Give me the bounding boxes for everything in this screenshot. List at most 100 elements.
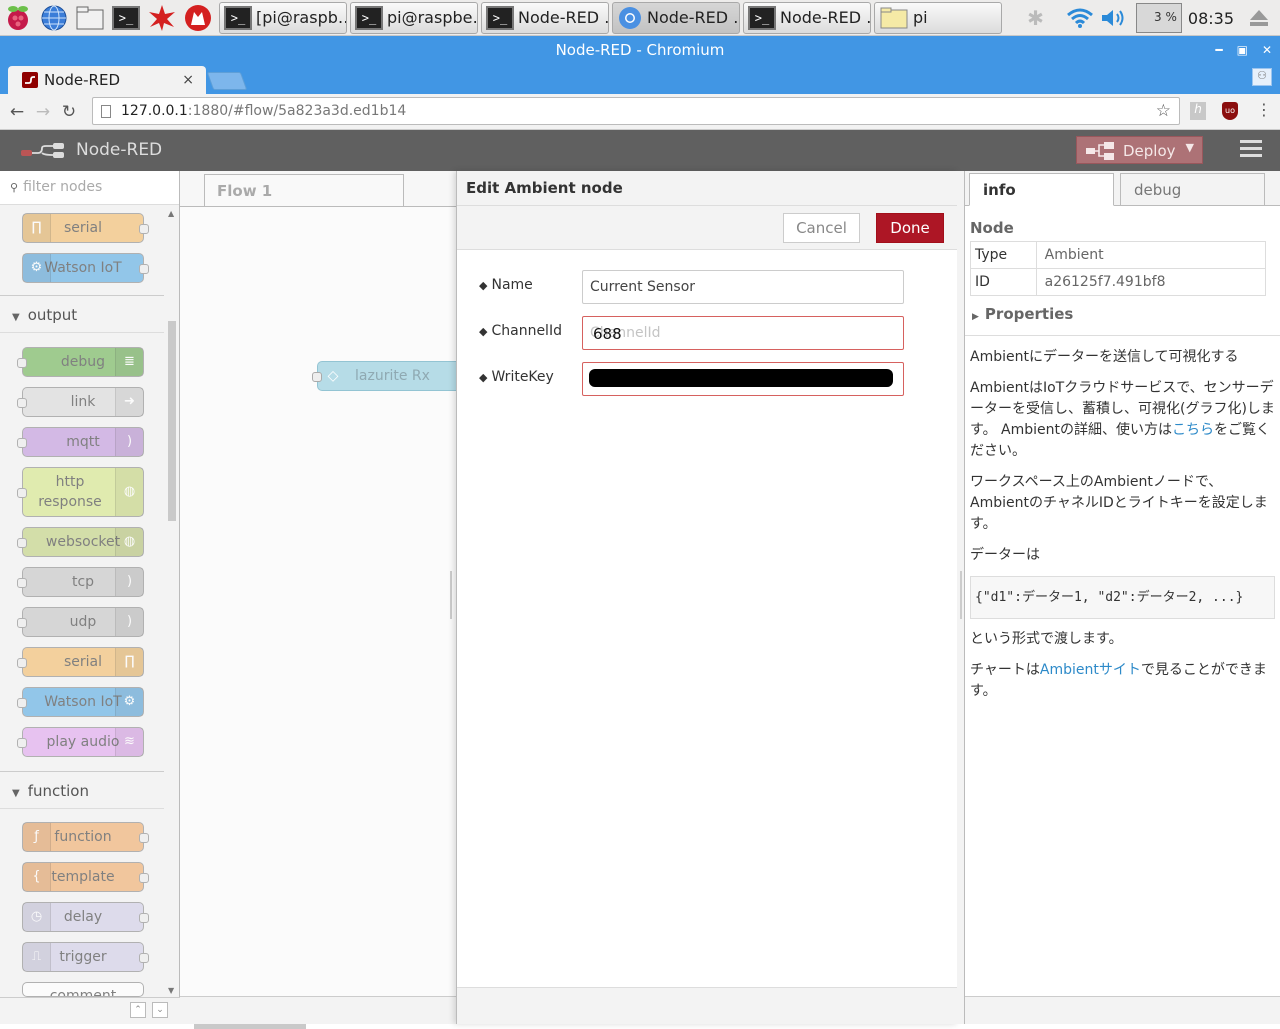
- resize-grip[interactable]: [450, 571, 452, 619]
- math-kernel-icon[interactable]: [146, 2, 178, 34]
- volume-icon[interactable]: [1100, 7, 1128, 29]
- palette-node-mqtt[interactable]: mqtt): [17, 427, 144, 457]
- scroll-up-icon[interactable]: ▲: [168, 209, 174, 218]
- task-label: Node-RED …: [518, 8, 608, 27]
- palette-node-function[interactable]: ƒ function: [22, 822, 149, 852]
- terminal-launcher-icon[interactable]: >_: [110, 2, 142, 34]
- filter-placeholder: filter nodes: [23, 179, 103, 195]
- channelid-input[interactable]: ChannelId 688: [582, 316, 904, 350]
- back-icon[interactable]: ←: [4, 102, 30, 122]
- taskbar-task-terminal-3[interactable]: >_Node-RED …: [481, 1, 609, 34]
- taskbar-task-terminal-4[interactable]: >_Node-RED …: [743, 1, 871, 34]
- help-link-ambient-site[interactable]: Ambientサイト: [1040, 662, 1141, 678]
- taskbar-task-folder[interactable]: pi: [874, 1, 1002, 34]
- taskbar-task-terminal-2[interactable]: >_pi@raspbe…: [350, 1, 478, 34]
- palette-node-comment[interactable]: comment: [22, 982, 144, 997]
- palette-node-trigger[interactable]: ⎍ trigger: [22, 942, 149, 972]
- id-key: ID: [970, 268, 1037, 296]
- done-button[interactable]: Done: [876, 213, 944, 243]
- palette-node-delay[interactable]: ◷ delay: [22, 902, 149, 932]
- flow-node-lazurite-rx[interactable]: ◇ lazurite Rx: [312, 361, 457, 391]
- help-paragraph: チャートはAmbientサイトで見ることができます。: [970, 662, 1267, 699]
- profile-icon[interactable]: ⚇: [1252, 68, 1272, 86]
- close-tab-icon[interactable]: ×: [182, 72, 194, 88]
- folder-icon: [880, 7, 908, 28]
- table-row: Type Ambient: [970, 241, 1267, 269]
- palette-node-serial-out[interactable]: serial ∏: [17, 647, 144, 677]
- palette-node-play-audio[interactable]: play audio ≋: [17, 727, 144, 757]
- tab-flow-1[interactable]: Flow 1: [204, 174, 404, 206]
- cancel-button[interactable]: Cancel: [783, 213, 860, 243]
- bookmark-star-icon[interactable]: ☆: [1156, 98, 1171, 124]
- chevron-down-icon: ▼: [12, 312, 20, 323]
- node-info-table: Type Ambient ID a26125f7.491bf8: [970, 241, 1267, 296]
- palette-node-watson-iot-in[interactable]: ⚙ Watson IoT: [22, 253, 149, 283]
- system-tray: ✱ 3 % 08:35: [1027, 0, 1280, 36]
- wifi-icon[interactable]: [1066, 7, 1094, 29]
- help-link-kochira[interactable]: こちら: [1172, 422, 1214, 438]
- web-browser-icon[interactable]: [38, 2, 70, 34]
- palette-filter[interactable]: ⚲ filter nodes: [0, 171, 179, 205]
- properties-toggle[interactable]: ▶ Properties: [972, 305, 1073, 323]
- palette-node-template[interactable]: {template: [22, 862, 149, 892]
- palette-node-debug[interactable]: debug ≣: [17, 347, 144, 377]
- chevron-down-icon: ▼: [12, 788, 20, 799]
- node-label: mqtt: [66, 434, 100, 450]
- bluetooth-icon[interactable]: ✱: [1027, 6, 1044, 30]
- page-info-icon[interactable]: [101, 105, 111, 118]
- scroll-down-icon[interactable]: ▼: [168, 986, 174, 995]
- name-input[interactable]: Current Sensor: [582, 270, 904, 304]
- expand-all-icon[interactable]: ⌄: [152, 1002, 168, 1018]
- palette-node-watson-iot-out[interactable]: Watson IoT ⚙: [17, 687, 144, 717]
- file-manager-icon[interactable]: [74, 2, 106, 34]
- name-row: ◆ Name Current Sensor: [479, 270, 949, 304]
- close-window-icon[interactable]: ✕: [1262, 43, 1272, 57]
- channelid-label: ◆ ChannelId: [479, 323, 562, 339]
- taskbar-task-terminal-1[interactable]: >_ [pi@raspb…: [219, 1, 347, 34]
- address-bar[interactable]: 127.0.0.1:1880/#flow/5a823a3d.ed1b14 ☆: [92, 97, 1180, 125]
- node-help: Ambientにデーターを送信して可視化する AmbientはIoTクラウドサー…: [970, 347, 1275, 712]
- deploy-caret-icon[interactable]: ▼: [1186, 141, 1194, 154]
- eject-icon[interactable]: [1248, 7, 1270, 29]
- writekey-input[interactable]: [582, 362, 904, 396]
- palette-node-link[interactable]: link ➜: [17, 387, 144, 417]
- node-label: udp: [69, 614, 97, 630]
- edit-tray-toolbar: Cancel Done: [457, 206, 957, 250]
- cpu-usage: 3 %: [1154, 10, 1177, 24]
- deploy-button[interactable]: Deploy ▼: [1076, 136, 1203, 164]
- palette-node-tcp[interactable]: tcp): [17, 567, 144, 597]
- flow-canvas[interactable]: ◇ lazurite Rx: [180, 206, 457, 1029]
- wolfram-icon[interactable]: [182, 2, 214, 34]
- palette-node-websocket[interactable]: websocket ◍: [17, 527, 144, 557]
- palette-node-udp[interactable]: udp): [17, 607, 144, 637]
- palette-scrollbar[interactable]: [168, 321, 176, 521]
- type-value: Ambient: [1035, 241, 1267, 269]
- clock[interactable]: 08:35: [1188, 9, 1234, 28]
- forward-icon[interactable]: →: [30, 102, 56, 122]
- browser-tab-node-red[interactable]: Node-RED ×: [8, 66, 206, 94]
- table-row: ID a26125f7.491bf8: [970, 268, 1267, 296]
- main-menu-icon[interactable]: [1240, 140, 1262, 161]
- task-label: pi@raspbe…: [387, 8, 477, 27]
- extension-h-icon[interactable]: h: [1190, 102, 1206, 120]
- palette-category-function[interactable]: ▼ function: [0, 771, 164, 809]
- workspace-footer: [180, 996, 457, 1024]
- node-red-favicon-icon: [22, 72, 38, 88]
- ublock-icon[interactable]: uo: [1222, 102, 1238, 120]
- sidebar-separator[interactable]: [957, 171, 965, 1024]
- collapse-all-icon[interactable]: ⌃: [130, 1002, 146, 1018]
- tab-debug[interactable]: debug: [1120, 173, 1265, 206]
- maximize-icon[interactable]: ▣: [1237, 43, 1248, 57]
- writekey-row: ◆ WriteKey: [479, 362, 949, 396]
- raspberry-menu-icon[interactable]: [2, 2, 34, 34]
- palette-node-serial-in[interactable]: ∏ serial: [22, 213, 149, 243]
- minimize-icon[interactable]: ━: [1215, 43, 1222, 57]
- reload-icon[interactable]: ↻: [56, 102, 82, 122]
- palette-category-output[interactable]: ▼ output: [0, 295, 164, 333]
- edit-tray-footer: [457, 987, 957, 1024]
- palette-node-http-response[interactable]: http response ◍: [17, 467, 144, 517]
- chrome-menu-icon[interactable]: ⋮: [1256, 100, 1272, 119]
- tab-info[interactable]: info: [969, 173, 1114, 206]
- new-tab-button[interactable]: [206, 72, 248, 90]
- taskbar-task-chromium[interactable]: Node-RED …: [612, 1, 740, 34]
